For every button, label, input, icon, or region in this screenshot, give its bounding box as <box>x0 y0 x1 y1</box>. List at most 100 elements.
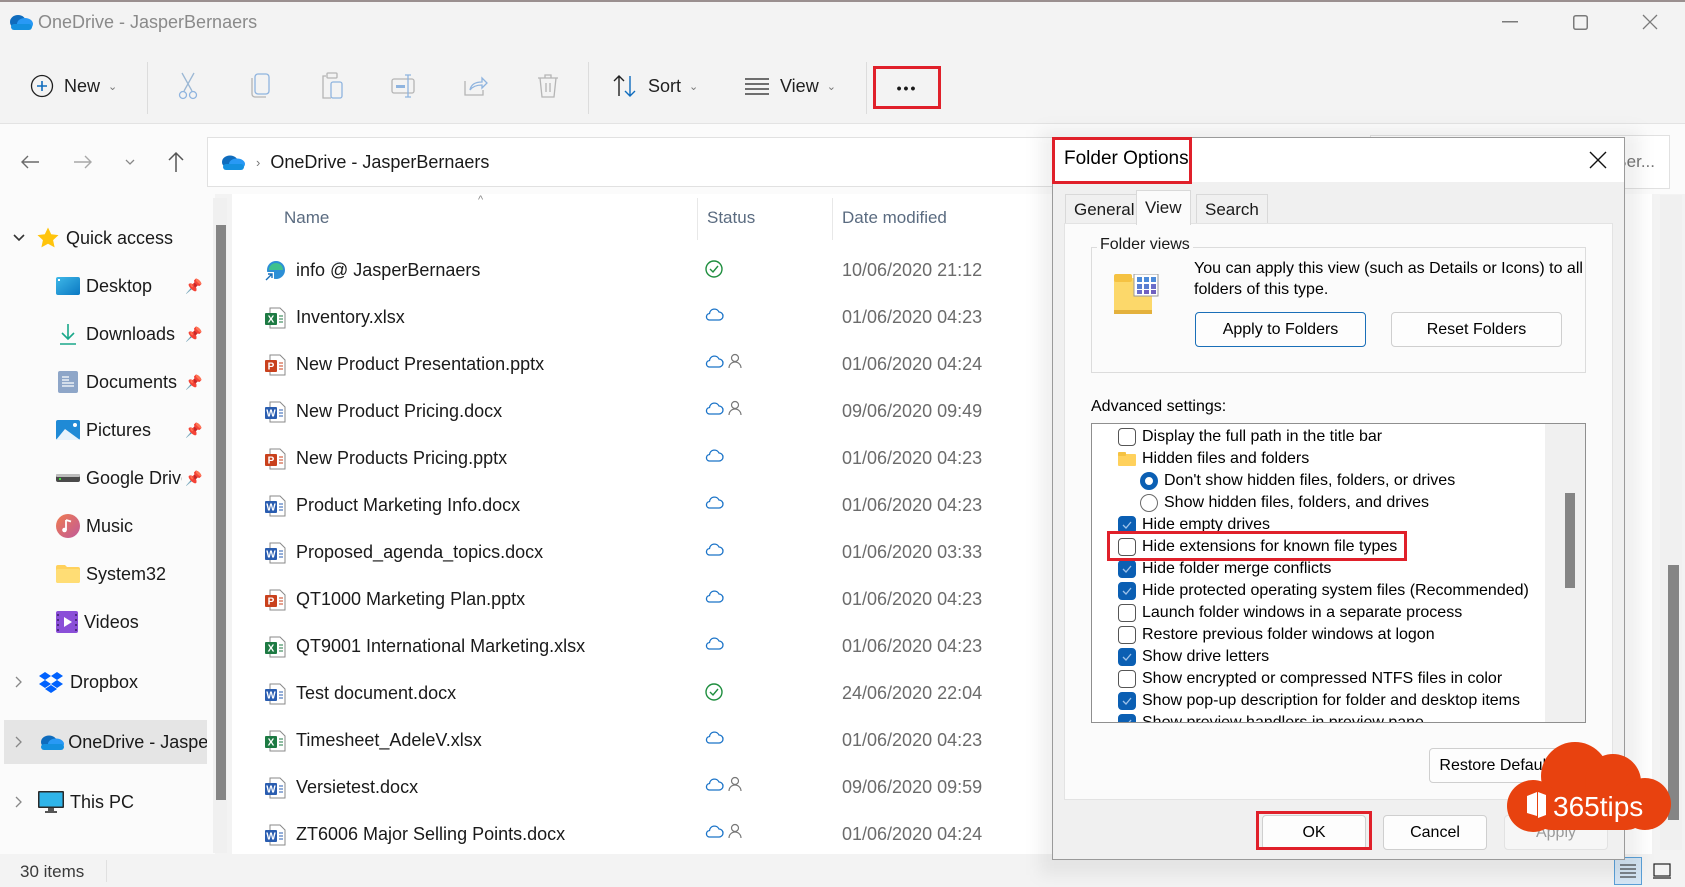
file-row[interactable]: X QT9001 International Marketing.xlsx 01/0… <box>260 623 1060 670</box>
checkbox-checked[interactable] <box>1118 648 1136 666</box>
checkbox-unchecked[interactable] <box>1118 626 1136 644</box>
close-window-button[interactable] <box>1630 10 1670 34</box>
share-button[interactable] <box>456 66 496 106</box>
file-row[interactable]: W Versietest.docx 09/06/2020 09:59 <box>260 764 1060 811</box>
cancel-button[interactable]: Cancel <box>1383 815 1487 850</box>
file-row[interactable]: P New Product Presentation.pptx 01/06/2020… <box>260 341 1060 388</box>
sidebar-item-this-pc[interactable]: This PC <box>0 780 215 824</box>
column-header-status[interactable]: Status <box>707 208 755 228</box>
sidebar-item-desktop[interactable]: Desktop 📌 <box>0 264 215 308</box>
address-bar[interactable]: › OneDrive - JasperBernaers <box>207 137 1077 187</box>
reset-folders-button[interactable]: Reset Folders <box>1391 312 1562 347</box>
videos-icon <box>56 611 78 633</box>
sidebar-item-system32[interactable]: System32 <box>0 552 215 596</box>
checkbox-unchecked[interactable] <box>1118 670 1136 688</box>
advanced-setting-item[interactable]: Display the full path in the title bar <box>1118 426 1382 448</box>
synced-check-icon <box>705 683 723 701</box>
web-link-icon <box>264 261 285 282</box>
file-date-modified: 09/06/2020 09:59 <box>842 777 983 797</box>
back-button[interactable] <box>12 147 48 177</box>
chevron-down-icon: ⌄ <box>689 80 699 93</box>
word-file-icon: W <box>265 824 286 846</box>
checkbox-checked[interactable] <box>1118 692 1136 710</box>
sidebar-item-pictures[interactable]: Pictures 📌 <box>0 408 215 452</box>
sidebar-item-onedrive[interactable]: OneDrive - Jasper <box>4 720 207 764</box>
more-options-button[interactable]: ••• <box>873 66 941 109</box>
advanced-setting-item[interactable]: Don't show hidden files, folders, or dri… <box>1140 470 1455 492</box>
file-status <box>704 635 724 651</box>
delete-button[interactable] <box>528 66 568 106</box>
advanced-setting-item[interactable]: Hide folder merge conflicts <box>1118 558 1331 580</box>
advanced-settings-scrollbar-thumb[interactable] <box>1565 493 1575 588</box>
tiles-view-button[interactable] <box>1648 857 1676 885</box>
checkbox-checked[interactable] <box>1118 582 1136 600</box>
status-divider <box>106 860 107 882</box>
advanced-setting-item[interactable]: Show encrypted or compressed NTFS files … <box>1118 668 1502 690</box>
new-button[interactable]: New ⌄ <box>30 66 117 106</box>
file-status <box>704 400 742 416</box>
checkbox-checked[interactable] <box>1118 560 1136 578</box>
file-row[interactable]: X Inventory.xlsx 01/06/2020 04:23 <box>260 294 1060 341</box>
sidebar-item-videos[interactable]: Videos <box>0 600 215 644</box>
pictures-icon <box>56 420 80 440</box>
cut-button[interactable] <box>168 66 208 106</box>
advanced-setting-item[interactable]: Show pop-up description for folder and d… <box>1118 690 1520 712</box>
sort-button[interactable]: Sort ⌄ <box>612 66 698 106</box>
file-row[interactable]: info @ JasperBernaers 10/06/2020 21:12 <box>260 247 1060 294</box>
arrow-left-icon <box>21 155 39 169</box>
svg-text:W: W <box>266 550 276 561</box>
checkbox-unchecked[interactable] <box>1118 604 1136 622</box>
sidebar-item-quick-access[interactable]: Quick access <box>0 216 215 260</box>
up-button[interactable] <box>158 147 194 177</box>
file-row[interactable]: W ZT6006 Major Selling Points.docx 01/06/2… <box>260 811 1060 858</box>
paste-button[interactable] <box>312 66 352 106</box>
sidebar-item-google-drive[interactable]: Google Drive 📌 <box>0 456 215 500</box>
column-header-name[interactable]: Name <box>284 208 329 228</box>
advanced-setting-item[interactable]: Show drive letters <box>1118 646 1269 668</box>
forward-button[interactable] <box>65 147 101 177</box>
sidebar-item-downloads[interactable]: Downloads 📌 <box>0 312 215 356</box>
recent-locations-button[interactable] <box>112 147 148 177</box>
maximize-button[interactable] <box>1560 10 1600 34</box>
rename-button[interactable] <box>384 66 424 106</box>
breadcrumb-onedrive[interactable]: OneDrive - JasperBernaers <box>270 152 489 173</box>
advanced-setting-item[interactable]: Restore previous folder windows at logon <box>1118 624 1435 646</box>
advanced-settings-list[interactable]: Display the full path in the title bar Hi… <box>1091 423 1586 723</box>
radio-selected[interactable] <box>1140 472 1158 490</box>
file-row[interactable]: W New Product Pricing.docx 09/06/2020 09:4… <box>260 388 1060 435</box>
advanced-setting-item[interactable]: Launch folder windows in a separate proc… <box>1118 602 1462 624</box>
minimize-button[interactable] <box>1490 10 1530 34</box>
dialog-close-button[interactable] <box>1582 146 1614 174</box>
view-button[interactable]: View ⌄ <box>744 66 836 106</box>
file-row[interactable]: W Product Marketing Info.docx 01/06/2020 0… <box>260 482 1060 529</box>
tab-search[interactable]: Search <box>1196 194 1268 224</box>
file-row[interactable]: P New Products Pricing.pptx 01/06/2020 04:… <box>260 435 1060 482</box>
advanced-setting-item[interactable]: Show hidden files, folders, and drives <box>1140 492 1429 514</box>
sidebar-item-music[interactable]: Music <box>0 504 215 548</box>
tab-general[interactable]: General <box>1065 194 1144 224</box>
file-row[interactable]: W Proposed_agenda_topics.docx 01/06/2020 0… <box>260 529 1060 576</box>
file-row[interactable]: W Test document.docx 24/06/2020 22:04 <box>260 670 1060 717</box>
word-file-icon: W <box>265 542 286 564</box>
advanced-setting-label: Show drive letters <box>1142 648 1270 665</box>
sidebar-scrollbar-thumb[interactable] <box>216 225 226 800</box>
checkbox-unchecked[interactable] <box>1118 428 1136 446</box>
column-divider[interactable] <box>832 198 833 240</box>
file-row[interactable]: P QT1000 Marketing Plan.pptx 01/06/2020 04… <box>260 576 1060 623</box>
checkbox-checked[interactable] <box>1118 714 1136 722</box>
advanced-setting-item[interactable]: Show preview handlers in preview pane <box>1118 712 1424 722</box>
copy-button[interactable] <box>240 66 280 106</box>
column-header-date-modified[interactable]: Date modified <box>842 208 947 228</box>
sidebar-item-dropbox[interactable]: Dropbox <box>0 660 215 704</box>
arrow-up-icon <box>168 151 184 172</box>
tab-view[interactable]: View <box>1136 190 1191 225</box>
sidebar-item-documents[interactable]: Documents 📌 <box>0 360 215 404</box>
column-divider[interactable] <box>697 198 698 240</box>
folder-icon <box>56 565 80 583</box>
file-row[interactable]: X Timesheet_AdeleV.xlsx 01/06/2020 04:23 <box>260 717 1060 764</box>
apply-to-folders-button[interactable]: Apply to Folders <box>1195 312 1366 347</box>
advanced-setting-item[interactable]: Hide protected operating system files (R… <box>1118 580 1529 602</box>
radio-unselected[interactable] <box>1140 494 1158 512</box>
more-icon: ••• <box>896 79 918 96</box>
checkmark-icon <box>1122 653 1132 661</box>
